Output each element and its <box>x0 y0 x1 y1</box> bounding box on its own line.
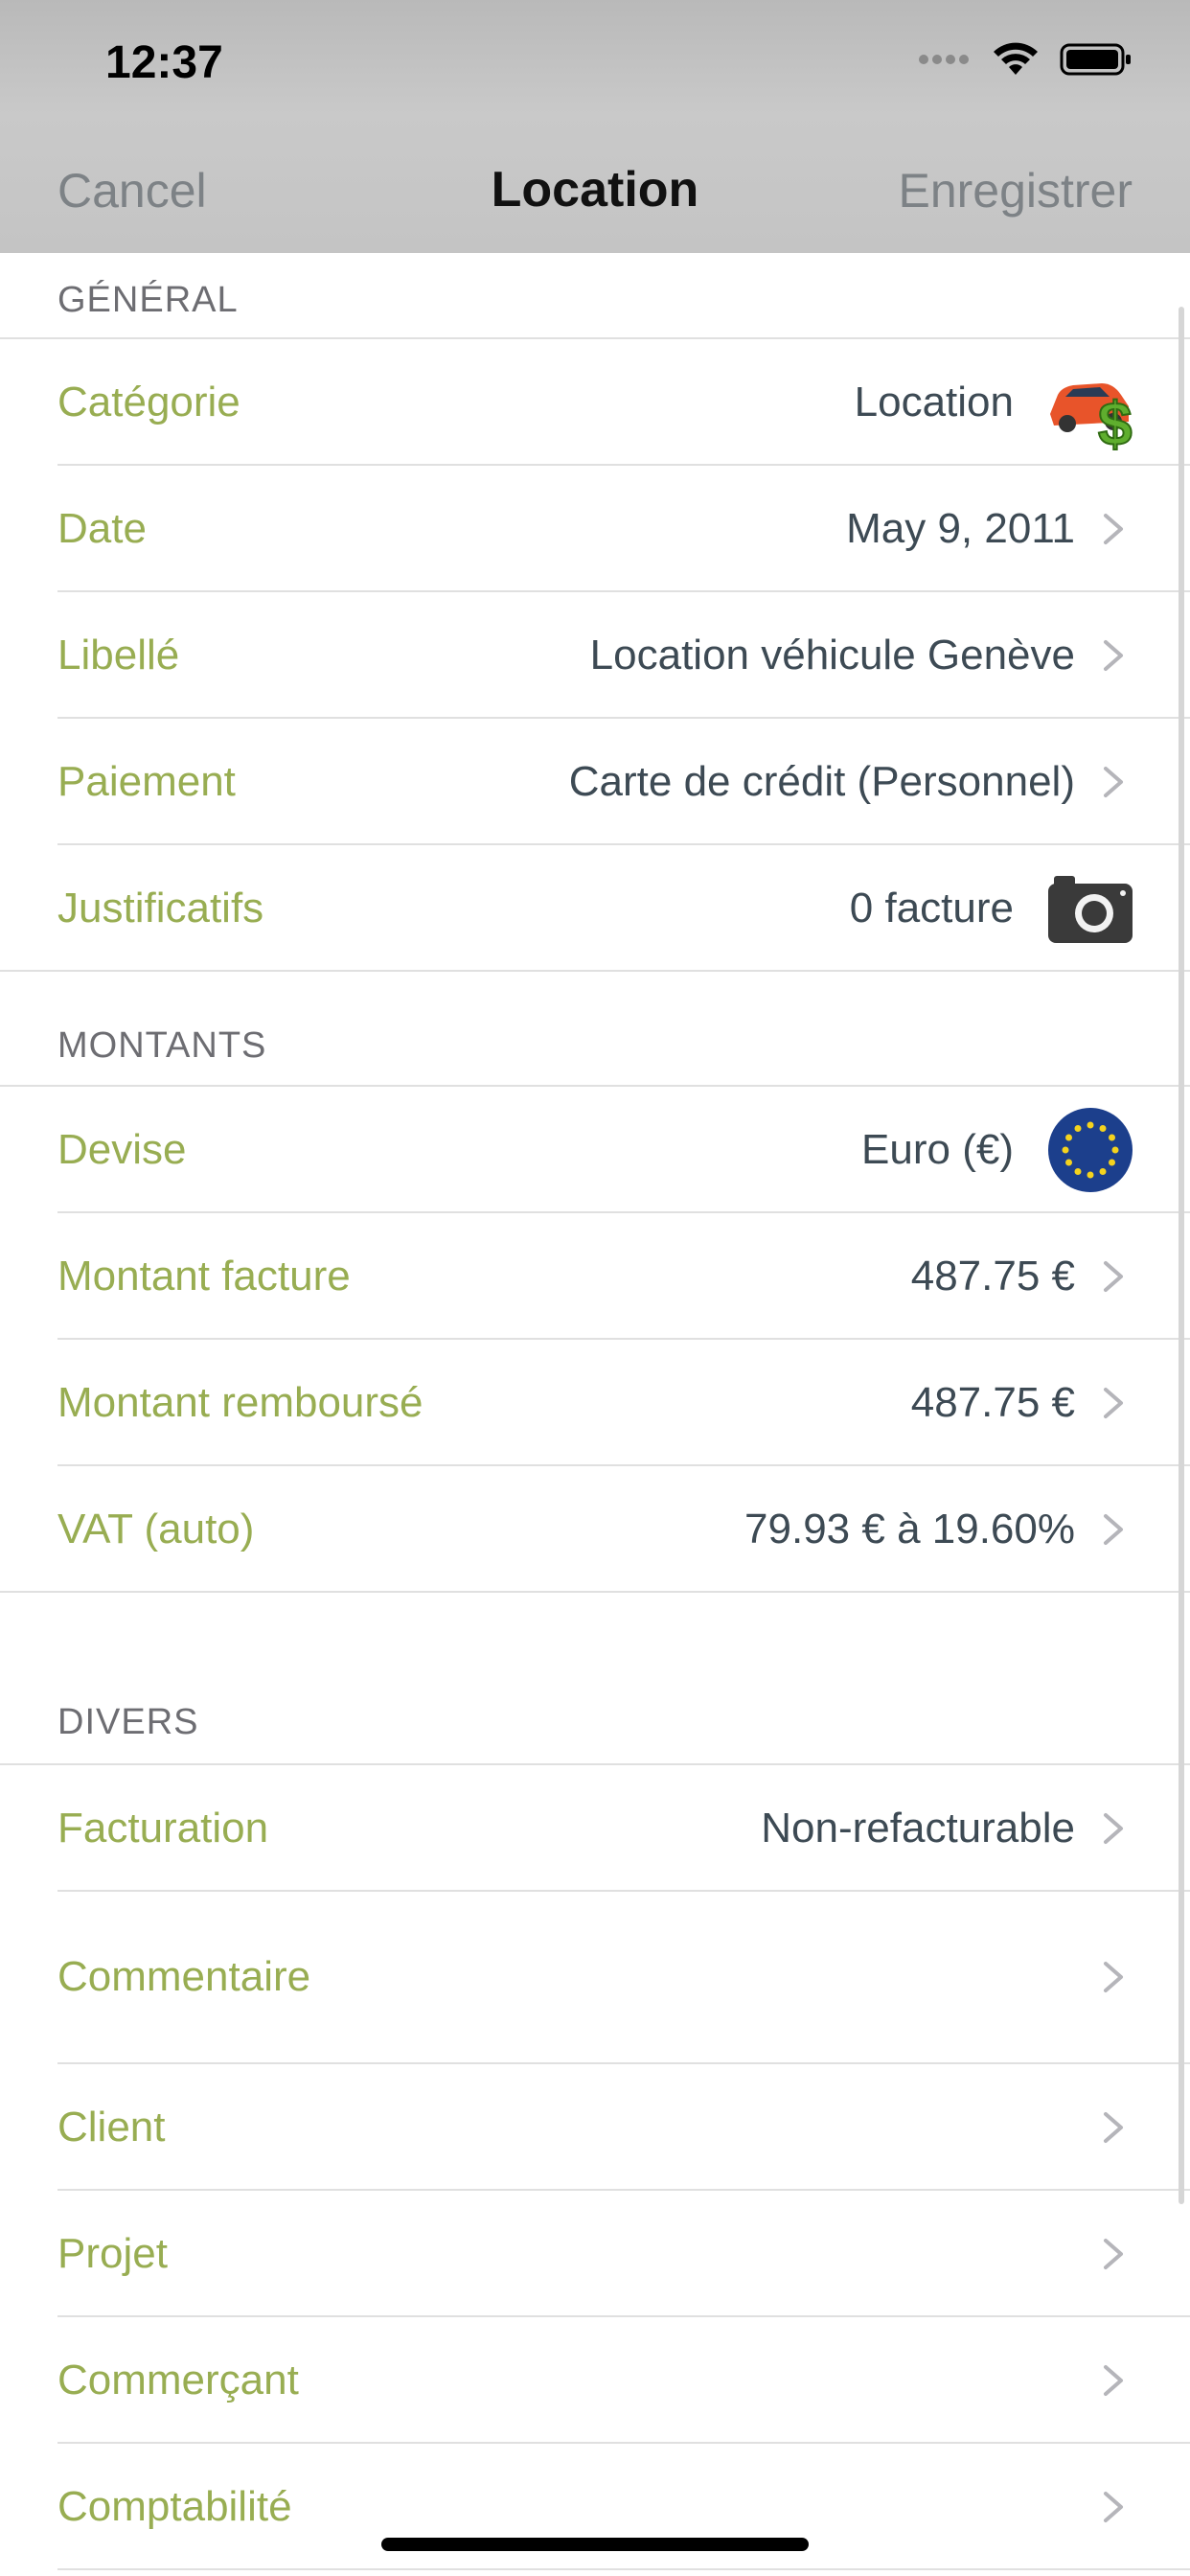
row-commentaire[interactable]: Commentaire <box>0 1892 1190 2062</box>
row-montant-rembourse[interactable]: Montant remboursé 487.75 € <box>0 1340 1190 1466</box>
row-label: Catégorie <box>57 379 240 426</box>
chevron-right-icon <box>1104 2365 1123 2396</box>
status-time: 12:37 <box>105 37 223 88</box>
row-value: Carte de crédit (Personnel) <box>568 758 1075 805</box>
row-value: Non-refacturable <box>761 1805 1075 1852</box>
svg-text:$: $ <box>1098 389 1133 450</box>
row-value: Location <box>854 379 1014 426</box>
section-header-divers: DIVERS <box>57 1702 199 1742</box>
row-devise[interactable]: Devise Euro (€) <box>0 1087 1190 1213</box>
row-facturation[interactable]: Facturation Non-refacturable <box>0 1765 1190 1892</box>
row-label: Montant remboursé <box>57 1379 423 1426</box>
row-label: Facturation <box>57 1805 269 1852</box>
row-label: Paiement <box>57 758 236 805</box>
row-commercant[interactable]: Commerçant <box>0 2317 1190 2444</box>
row-value: May 9, 2011 <box>846 505 1075 552</box>
row-value: Euro (€) <box>861 1126 1014 1173</box>
row-client[interactable]: Client <box>0 2064 1190 2191</box>
row-projet[interactable]: Projet <box>0 2191 1190 2317</box>
chevron-right-icon <box>1104 514 1123 544</box>
chevron-right-icon <box>1104 1388 1123 1418</box>
row-date[interactable]: Date May 9, 2011 <box>0 466 1190 592</box>
row-vat[interactable]: VAT (auto) 79.93 € à 19.60% <box>0 1466 1190 1593</box>
scroll-indicator[interactable] <box>1179 307 1184 2204</box>
row-label: Montant facture <box>57 1253 351 1300</box>
divider <box>0 1591 1190 1593</box>
wifi-icon <box>994 42 1038 75</box>
row-montant-facture[interactable]: Montant facture 487.75 € <box>0 1213 1190 1340</box>
row-justificatifs[interactable]: Justificatifs 0 facture <box>0 845 1190 972</box>
battery-icon <box>1060 43 1131 76</box>
home-indicator[interactable] <box>381 2538 809 2551</box>
row-label: Justificatifs <box>57 885 264 932</box>
save-button[interactable]: Enregistrer <box>898 163 1133 218</box>
row-label: Libellé <box>57 632 180 678</box>
row-value: 487.75 € <box>910 1253 1075 1300</box>
divider <box>57 2568 1190 2570</box>
row-value: 487.75 € <box>910 1379 1075 1426</box>
row-label: Client <box>57 2104 166 2150</box>
divider <box>0 970 1190 972</box>
chevron-right-icon <box>1104 2112 1123 2143</box>
row-comptabilite[interactable]: Comptabilité <box>0 2444 1190 2570</box>
row-label: Devise <box>57 1126 187 1173</box>
status-icons <box>918 42 1133 77</box>
row-categorie[interactable]: Catégorie Location $ <box>0 339 1190 466</box>
car-money-icon: $ <box>1050 383 1133 450</box>
section-header-montants: MONTANTS <box>57 1025 267 1066</box>
row-value: Location véhicule Genève <box>589 632 1075 678</box>
eu-flag-icon <box>1048 1108 1133 1192</box>
chevron-right-icon <box>1104 1514 1123 1545</box>
row-paiement[interactable]: Paiement Carte de crédit (Personnel) <box>0 719 1190 845</box>
row-libelle[interactable]: Libellé Location véhicule Genève <box>0 592 1190 719</box>
row-value: 79.93 € à 19.60% <box>744 1506 1075 1552</box>
row-value: 0 facture <box>849 885 1014 932</box>
chevron-right-icon <box>1104 640 1123 671</box>
row-label: Commentaire <box>57 1953 311 2000</box>
row-label: Commerçant <box>57 2357 299 2404</box>
signal-icon <box>919 55 969 64</box>
chevron-right-icon <box>1104 1962 1123 1992</box>
navigation-bar: 12:37 Cancel Location Enregistrer <box>0 0 1190 253</box>
row-label: Projet <box>57 2230 168 2277</box>
camera-icon[interactable] <box>1044 862 1136 954</box>
chevron-right-icon <box>1104 2239 1123 2269</box>
section-header-general: GÉNÉRAL <box>57 280 239 320</box>
chevron-right-icon <box>1104 1813 1123 1844</box>
chevron-right-icon <box>1104 767 1123 797</box>
row-label: Date <box>57 505 147 552</box>
chevron-right-icon <box>1104 2492 1123 2522</box>
row-label: VAT (auto) <box>57 1506 255 1552</box>
row-label: Comptabilité <box>57 2483 292 2530</box>
chevron-right-icon <box>1104 1261 1123 1292</box>
